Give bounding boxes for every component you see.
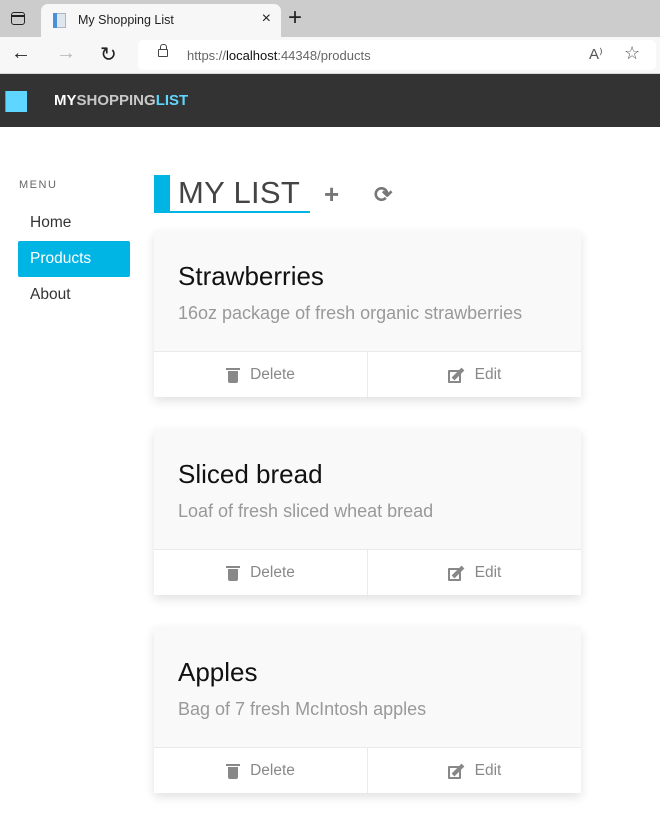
delete-button[interactable]: Delete: [154, 352, 367, 397]
product-card: Sliced bread Loaf of fresh sliced wheat …: [154, 429, 581, 595]
edit-label: Edit: [474, 761, 502, 779]
sidebar-item-home[interactable]: Home: [18, 205, 130, 241]
add-favorite-icon[interactable]: ☆: [624, 43, 640, 64]
edit-label: Edit: [474, 365, 502, 383]
tab-actions-icon[interactable]: [11, 12, 25, 25]
app-header: MYSHOPPINGLIST: [0, 74, 660, 127]
product-description: Bag of 7 fresh McIntosh apples: [178, 699, 427, 719]
delete-label: Delete: [250, 365, 295, 383]
add-product-button[interactable]: +: [324, 179, 339, 209]
url-host: localhost: [226, 48, 278, 63]
edit-button[interactable]: Edit: [367, 748, 581, 793]
card-actions: Delete Edit: [154, 549, 581, 595]
new-tab-button[interactable]: +: [288, 4, 302, 32]
url-scheme: https://: [187, 48, 227, 63]
product-description: Loaf of fresh sliced wheat bread: [178, 501, 434, 521]
menu-label: MENU: [19, 179, 58, 191]
edit-icon: [447, 763, 465, 779]
product-card: Apples Bag of 7 fresh McIntosh apples De…: [154, 627, 581, 793]
product-name: Sliced bread: [178, 459, 323, 489]
brand-link[interactable]: MYSHOPPINGLIST: [54, 92, 188, 109]
back-arrow-icon[interactable]: ←: [11, 42, 31, 65]
page-title-block: MY LIST: [154, 175, 310, 213]
browser-toolbar: ← → ↻ https://localhost:44348/products A…: [0, 37, 660, 74]
reload-icon[interactable]: ↻: [100, 42, 117, 67]
sidebar-item-products[interactable]: Products: [18, 241, 130, 277]
browser-tab-strip: My Shopping List × +: [0, 0, 660, 37]
delete-label: Delete: [250, 563, 295, 581]
refresh-button[interactable]: ⟳: [374, 181, 392, 209]
trash-icon: [226, 565, 241, 581]
brand-shopping: SHOPPING: [76, 92, 156, 109]
product-card: Strawberries 16oz package of fresh organ…: [154, 231, 581, 397]
sidebar-item-about[interactable]: About: [18, 277, 130, 313]
trash-icon: [226, 763, 241, 779]
lock-icon[interactable]: [158, 44, 168, 57]
product-description: 16oz package of fresh organic strawberri…: [178, 303, 523, 323]
brand-list: LIST: [155, 92, 189, 109]
edit-button[interactable]: Edit: [367, 550, 581, 595]
card-actions: Delete Edit: [154, 351, 581, 397]
title-accent-bar: [154, 175, 170, 213]
card-actions: Delete Edit: [154, 747, 581, 793]
browser-tab[interactable]: My Shopping List ×: [41, 4, 281, 37]
delete-label: Delete: [250, 761, 295, 779]
edit-button[interactable]: Edit: [367, 352, 581, 397]
page-title: MY LIST: [178, 175, 301, 210]
delete-button[interactable]: Delete: [154, 748, 367, 793]
read-aloud-icon[interactable]: A⁾: [589, 45, 603, 63]
trash-icon: [226, 367, 241, 383]
brand-my: MY: [54, 92, 77, 109]
product-name: Strawberries: [178, 261, 324, 291]
page-favicon-icon: [53, 13, 66, 28]
edit-icon: [447, 367, 465, 383]
edit-icon: [447, 565, 465, 581]
close-tab-icon[interactable]: ×: [262, 10, 271, 28]
forward-arrow-icon[interactable]: →: [56, 42, 76, 65]
url-path: :44348/products: [277, 48, 371, 63]
product-name: Apples: [178, 657, 258, 687]
logo-icon: [5, 91, 27, 112]
edit-label: Edit: [474, 563, 502, 581]
delete-button[interactable]: Delete: [154, 550, 367, 595]
url-text[interactable]: https://localhost:44348/products: [187, 48, 371, 63]
address-bar[interactable]: https://localhost:44348/products A⁾ ☆: [138, 40, 656, 70]
tab-title: My Shopping List: [78, 13, 174, 27]
